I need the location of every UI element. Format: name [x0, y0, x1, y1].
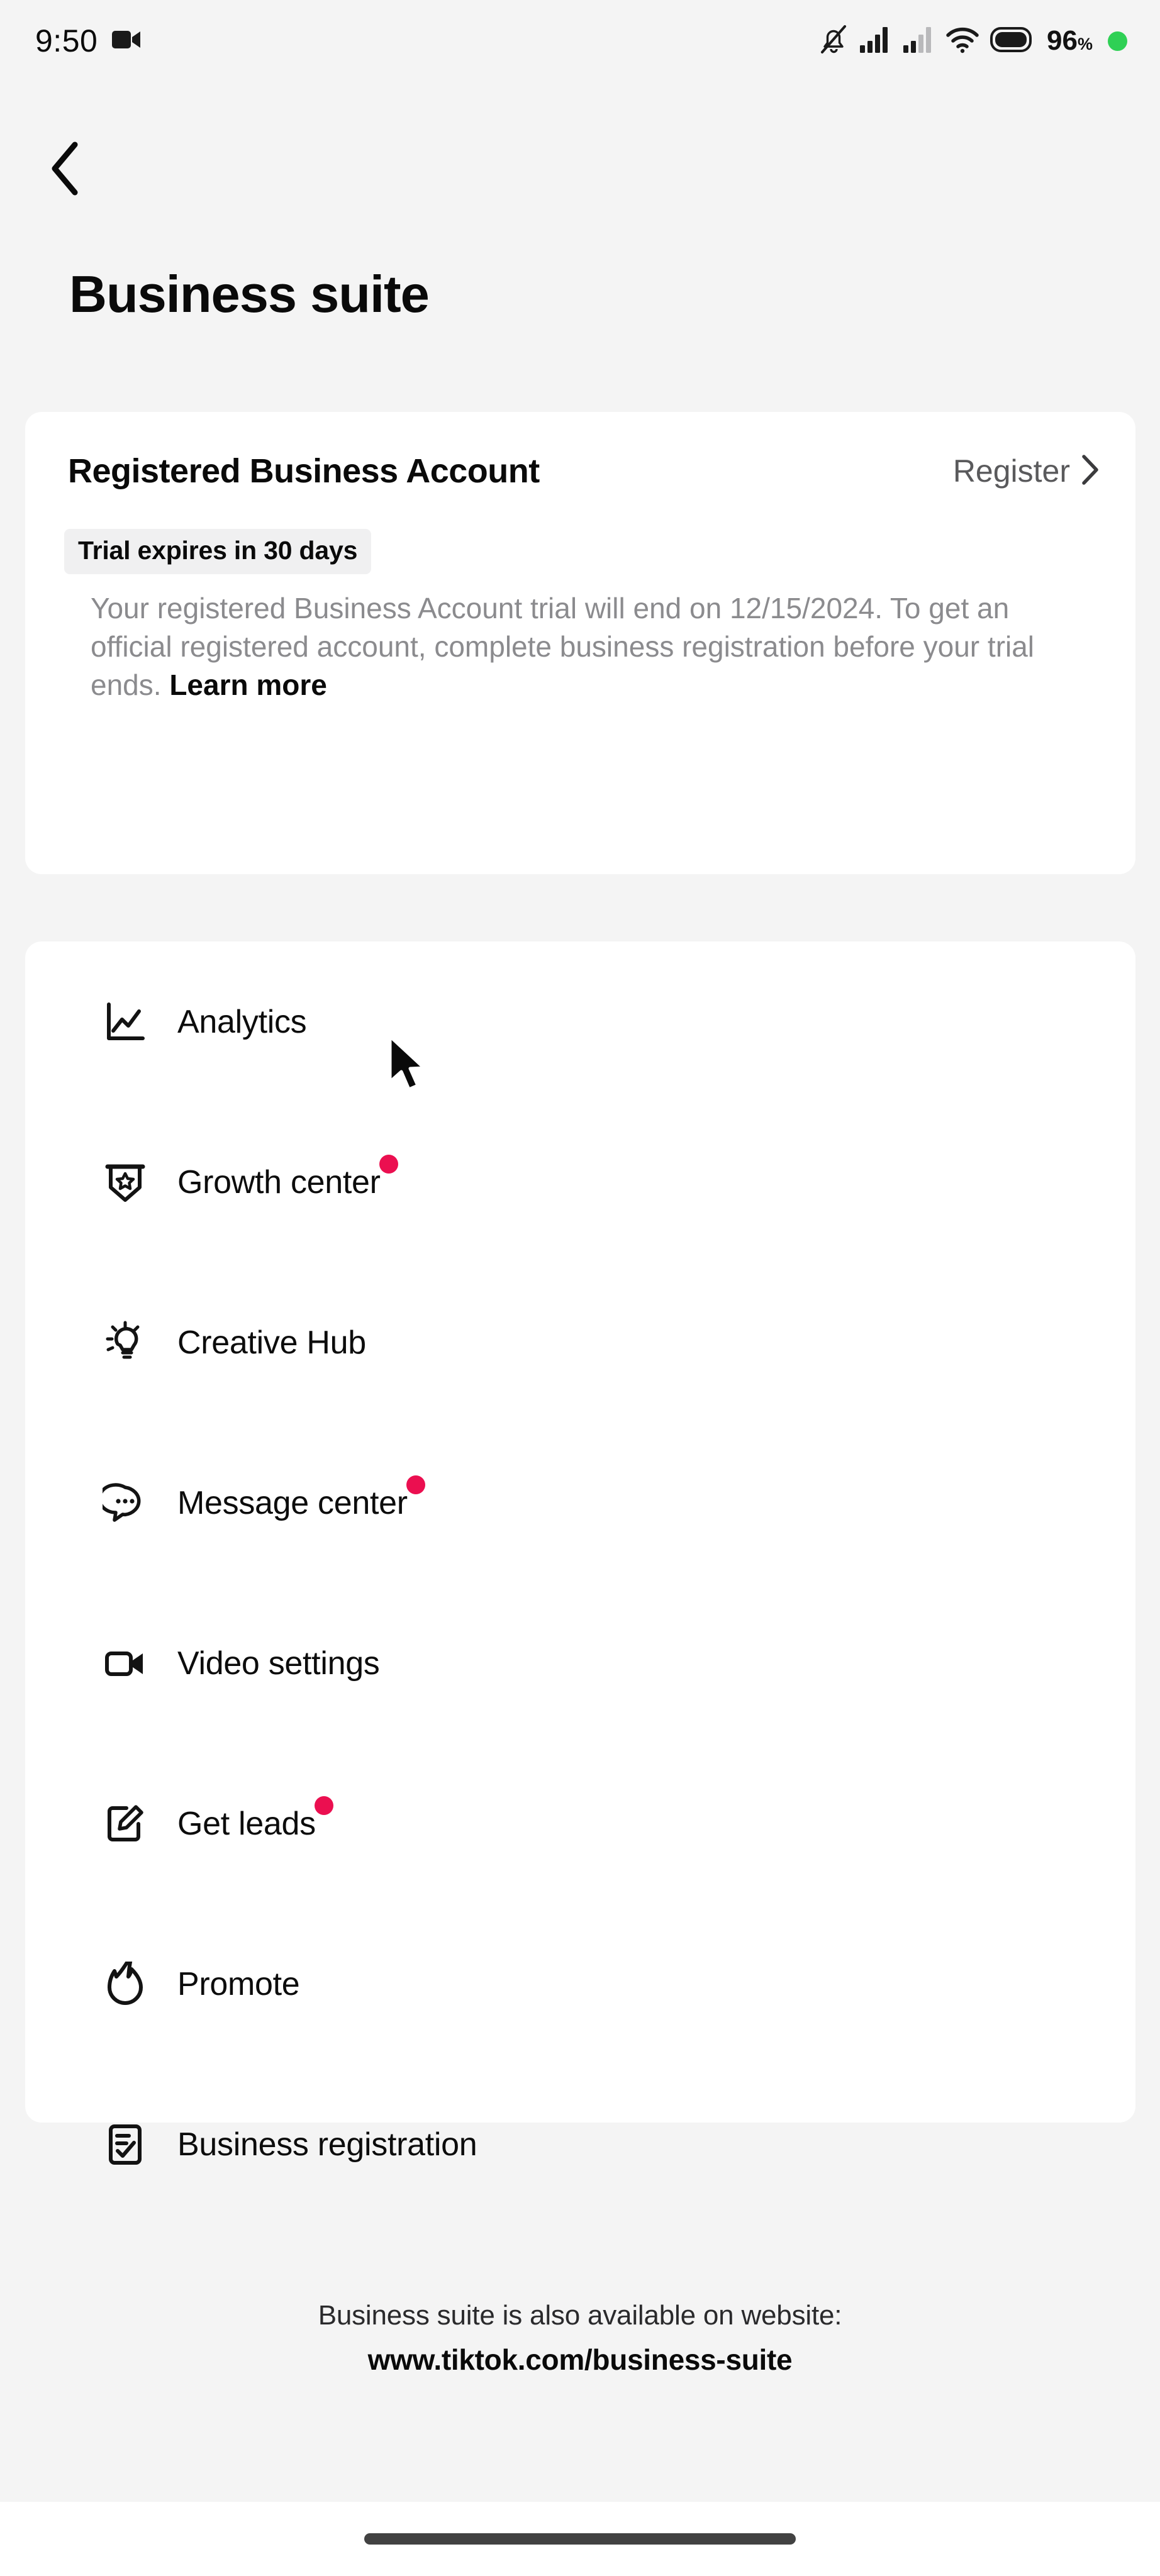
chat-bubble-icon: [99, 1477, 151, 1529]
register-link[interactable]: Register: [953, 453, 1100, 489]
menu-item-video-settings[interactable]: Video settings: [25, 1583, 1135, 1743]
menu-label-text: Creative Hub: [177, 1324, 366, 1361]
edit-square-icon: [99, 1798, 151, 1850]
footer: Business suite is also available on webs…: [0, 2300, 1160, 2377]
business-suite-menu-list: Analytics Growth center Creative Hub Mes…: [25, 941, 1135, 2224]
notification-badge-dot: [379, 1154, 398, 1174]
banner-star-icon: [99, 1157, 151, 1208]
menu-label-text: Analytics: [177, 1003, 307, 1040]
flame-icon: [99, 1958, 151, 2010]
menu-item-business-registration[interactable]: Business registration: [25, 2064, 1135, 2224]
chevron-left-icon: [47, 141, 82, 199]
menu-label-text: Growth center: [177, 1163, 381, 1201]
menu-label-text: Promote: [177, 1965, 300, 2002]
video-camera-icon: [99, 1638, 151, 1689]
chart-line-icon: [99, 996, 151, 1048]
menu-item-label: Growth center: [177, 1154, 398, 1201]
account-card-description: Your registered Business Account trial w…: [91, 589, 1091, 705]
menu-item-label: Video settings: [177, 1645, 380, 1682]
menu-label-text: Video settings: [177, 1645, 380, 1682]
video-camera-icon: [111, 28, 142, 54]
battery-icon: [990, 26, 1034, 55]
phone-screen: 9:50 96 % Business suite Registered Busi…: [0, 0, 1160, 2576]
recording-indicator-dot: [1108, 31, 1127, 51]
menu-label-text: Business registration: [177, 2126, 477, 2163]
menu-label-text: Message center: [177, 1484, 408, 1521]
battery-percentage: 96%: [1047, 25, 1093, 56]
home-indicator-bar[interactable]: [364, 2533, 796, 2545]
cellular-signal-2-icon: [902, 26, 935, 57]
menu-item-label: Message center: [177, 1475, 425, 1522]
wifi-icon: [945, 26, 979, 57]
learn-more-link[interactable]: Learn more: [169, 669, 327, 701]
lightbulb-icon: [99, 1317, 151, 1368]
menu-item-creative-hub[interactable]: Creative Hub: [25, 1262, 1135, 1423]
menu-item-label: Analytics: [177, 1003, 307, 1041]
status-time: 9:50: [35, 23, 98, 58]
notification-badge-dot: [406, 1475, 425, 1494]
menu-item-label: Get leads: [177, 1796, 333, 1843]
registered-business-account-card: Registered Business Account Register Tri…: [25, 412, 1135, 874]
back-button[interactable]: [31, 137, 98, 203]
menu-item-get-leads[interactable]: Get leads: [25, 1743, 1135, 1904]
footer-website-url[interactable]: www.tiktok.com/business-suite: [0, 2343, 1160, 2377]
menu-item-growth-center[interactable]: Growth center: [25, 1102, 1135, 1262]
status-bar-right: 96%: [819, 24, 1127, 58]
menu-item-message-center[interactable]: Message center: [25, 1423, 1135, 1583]
page-title: Business suite: [69, 265, 430, 323]
menu-item-label: Creative Hub: [177, 1324, 366, 1362]
menu-item-label: Business registration: [177, 2126, 477, 2163]
menu-item-promote[interactable]: Promote: [25, 1904, 1135, 2064]
status-bar-left: 9:50: [35, 23, 142, 59]
menu-label-text: Get leads: [177, 1805, 316, 1842]
document-check-icon: [99, 2119, 151, 2170]
account-card-header: Registered Business Account Register: [68, 452, 1100, 491]
bell-muted-icon: [819, 24, 848, 58]
footer-website-note: Business suite is also available on webs…: [318, 2300, 842, 2331]
business-suite-menu-card: Analytics Growth center Creative Hub Mes…: [25, 941, 1135, 2165]
notification-badge-dot: [314, 1796, 333, 1815]
trial-status-badge: Trial expires in 30 days: [64, 529, 372, 574]
cellular-signal-1-icon: [859, 26, 891, 57]
menu-item-analytics[interactable]: Analytics: [25, 941, 1135, 1102]
register-link-label: Register: [952, 453, 1070, 489]
chevron-right-icon: [1080, 453, 1100, 489]
system-navigation-bar: [0, 2502, 1160, 2576]
status-bar: 9:50 96 %: [0, 0, 1160, 82]
menu-item-label: Promote: [177, 1965, 300, 2003]
account-card-title: Registered Business Account: [68, 452, 540, 490]
